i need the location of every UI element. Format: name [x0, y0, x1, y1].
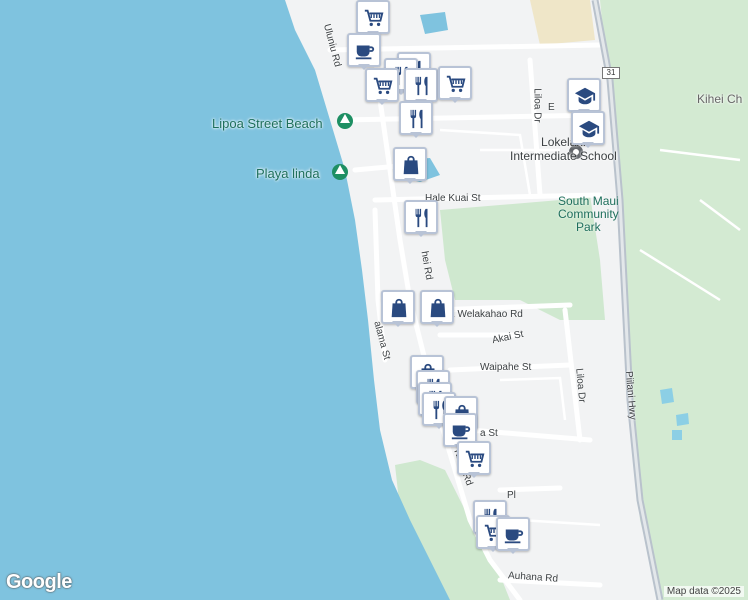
marker-pointer — [410, 132, 422, 138]
marker-pointer — [376, 99, 388, 105]
marker-box — [404, 200, 438, 234]
map-marker-restaurant[interactable] — [404, 200, 438, 238]
marker-pointer — [415, 231, 427, 237]
marker-pointer — [507, 548, 519, 554]
map-marker-grocery[interactable] — [457, 441, 491, 479]
park-label-line1: South Maui — [558, 194, 619, 208]
marker-box — [393, 147, 427, 181]
map-marker-grocery[interactable] — [438, 66, 472, 104]
marker-box — [496, 517, 530, 551]
marker-box — [420, 290, 454, 324]
map-marker-cafe[interactable] — [496, 517, 530, 555]
marker-box — [567, 78, 601, 112]
place-label-playa-linda[interactable]: Playa linda — [256, 166, 320, 181]
park-pin-icon — [332, 164, 348, 180]
park-pin-icon — [337, 113, 353, 129]
marker-box — [399, 101, 433, 135]
marker-pointer — [468, 472, 480, 478]
marker-pointer — [392, 321, 404, 327]
street-label-pl: Pl — [507, 490, 516, 501]
street-label-waipahe: Waipahe St — [480, 362, 532, 373]
place-label-lipoa-street-beach[interactable]: Lipoa Street Beach — [212, 116, 323, 131]
google-logo: Google — [6, 571, 72, 593]
school-label-line2: Intermediate School — [510, 149, 617, 163]
map-marker-shopping-bag[interactable] — [393, 147, 427, 185]
street-label-e-partial: E — [548, 102, 555, 113]
map-marker-cafe[interactable] — [347, 33, 381, 71]
marker-box — [365, 68, 399, 102]
route-shield: 31 — [602, 67, 620, 79]
marker-box — [404, 68, 438, 102]
street-label-a-st: a St — [480, 428, 498, 439]
marker-box — [571, 111, 605, 145]
map-marker-grocery[interactable] — [365, 68, 399, 106]
map-marker-restaurant[interactable] — [399, 101, 433, 139]
park-label-line3: Park — [576, 220, 601, 234]
marker-pointer — [431, 321, 443, 327]
map-marker-shopping-bag[interactable] — [420, 290, 454, 328]
street-label-welakahao: E Welakahao Rd — [448, 309, 523, 320]
park-label-line2: Community — [558, 207, 619, 221]
place-label-kihei-ch[interactable]: Kihei Ch — [697, 92, 742, 106]
marker-box — [347, 33, 381, 67]
place-label-park[interactable]: South Maui Community Park — [558, 195, 619, 234]
marker-pointer — [404, 178, 416, 184]
map-attribution[interactable]: Map data ©2025 — [663, 586, 744, 597]
marker-box — [438, 66, 472, 100]
marker-box — [457, 441, 491, 475]
map-marker-school[interactable] — [571, 111, 605, 149]
map-marker-shopping-bag[interactable] — [381, 290, 415, 328]
marker-pointer — [582, 142, 594, 148]
street-label-liloa-top: Liloa Dr — [531, 88, 543, 123]
marker-box — [381, 290, 415, 324]
marker-pointer — [449, 97, 461, 103]
marker-box — [356, 0, 390, 34]
